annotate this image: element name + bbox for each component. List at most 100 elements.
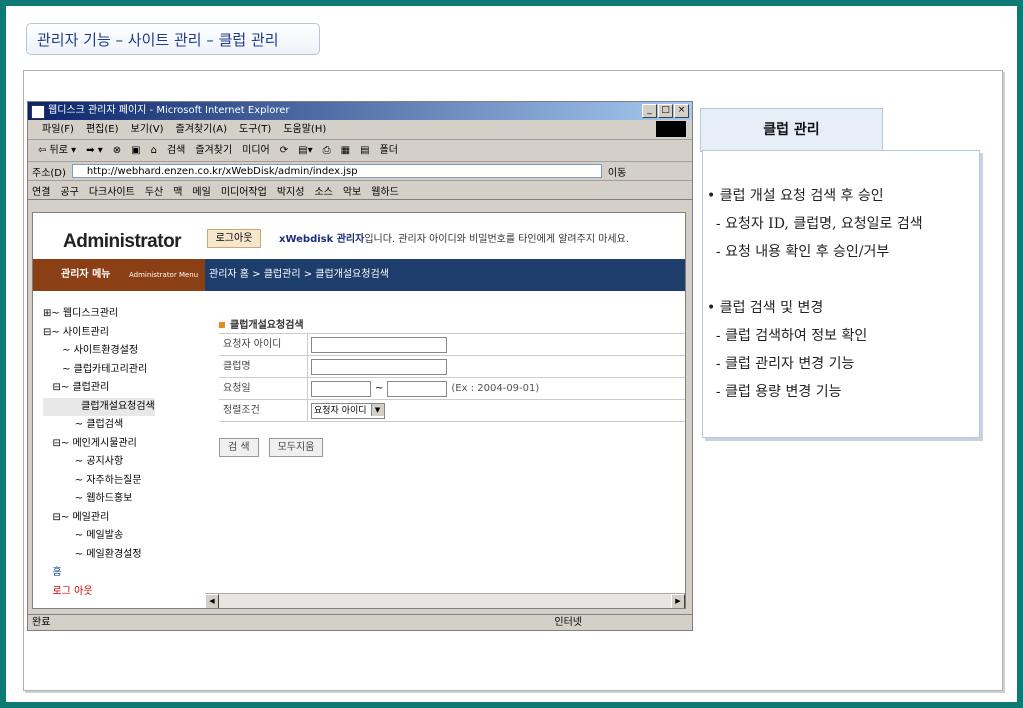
print-icon[interactable]: ⎙ [323, 140, 331, 161]
tree-item-club-category[interactable]: ~ 클럽카테고리관리 [43, 361, 155, 380]
tree-item-notice[interactable]: ~ 공지사항 [43, 453, 155, 472]
close-button[interactable]: × [674, 104, 689, 118]
bullet-icon [219, 322, 225, 328]
mail-icon[interactable]: ▤▾ [298, 140, 312, 161]
home-icon[interactable]: ⌂ [151, 140, 157, 161]
tree-item-club[interactable]: ⊟~ 클럽관리 [43, 379, 155, 398]
logout-button[interactable]: 로그아웃 [207, 229, 261, 248]
ie-window: 웹디스크 관리자 페이지 - Microsoft Internet Explor… [27, 101, 693, 631]
sort-select[interactable]: 요청자 아이디 ▼ [311, 402, 385, 419]
scroll-right-icon[interactable]: ▶ [671, 594, 685, 608]
link-item[interactable]: 맥 [173, 183, 182, 198]
link-item[interactable]: 악보 [343, 183, 361, 198]
tree-item-club-search[interactable]: ~ 클럽검색 [43, 416, 155, 435]
date-hint: (Ex : 2004-09-01) [451, 383, 540, 394]
link-item[interactable]: 웹하드 [371, 183, 399, 198]
link-item[interactable]: 박지성 [277, 183, 305, 198]
tree-item-logout[interactable]: 로그 아웃 [43, 583, 155, 602]
menu-help[interactable]: 도움말(H) [283, 120, 326, 139]
menu-file[interactable]: 파일(F) [42, 120, 74, 139]
form-buttons: 검 색 모두지움 [219, 438, 324, 457]
tree-item-mail[interactable]: ⊟~ 메일관리 [43, 509, 155, 528]
stop-icon[interactable]: ⊗ [113, 140, 121, 161]
form-row: 요청자 아이디 [219, 334, 685, 356]
admin-menu-sub: Administrator Menu [129, 271, 199, 279]
edit-icon[interactable]: ▦ [341, 140, 350, 161]
panel-title: 클럽 관리 [700, 108, 883, 152]
tree-item-mail-send[interactable]: ~ 메일발송 [43, 527, 155, 546]
panel-body: • 클럽 개설 요청 검색 후 승인 - 요청자 ID, 클럽명, 요청일로 검… [702, 150, 980, 438]
search-button[interactable]: 검색 [167, 140, 185, 161]
discuss-icon[interactable]: ▤ [360, 140, 369, 161]
search-submit-button[interactable]: 검 색 [219, 438, 259, 457]
address-input[interactable]: http://webhard.enzen.co.kr/xWebDisk/admi… [71, 164, 602, 178]
go-button[interactable]: 이동 [608, 164, 626, 179]
tree-item-site-settings[interactable]: ~ 사이트환경설정 [43, 342, 155, 361]
panel-line: - 요청 내용 확인 후 승인/거부 [707, 244, 890, 260]
tree-item-promo[interactable]: ~ 웹하드홍보 [43, 490, 155, 509]
scroll-left-icon[interactable]: ◀ [205, 594, 219, 608]
panel-line: - 요청자 ID, 클럽명, 요청일로 검색 [707, 216, 923, 232]
refresh-icon[interactable]: ▣ [131, 140, 140, 161]
windows-logo-icon [656, 121, 686, 137]
link-item[interactable]: 공구 [60, 183, 78, 198]
tree-item-webdisk[interactable]: ⊞~ 웹디스크관리 [43, 305, 155, 324]
admin-main: 로그아웃 xWebdisk 관리자입니다. 관리자 아이디와 비밀번호를 타인에… [205, 213, 685, 608]
club-name-label: 클럽명 [219, 356, 308, 377]
horizontal-scrollbar[interactable]: ◀ ▶ [205, 593, 685, 608]
tree-item-site[interactable]: ⊟~ 사이트관리 [43, 324, 155, 343]
sort-label: 정렬조건 [219, 400, 308, 421]
tree-item-club-request[interactable]: 클럽개설요청검색 [43, 397, 155, 416]
address-bar: 주소(D) http://webhard.enzen.co.kr/xWebDis… [28, 162, 692, 181]
notice-text: 입니다. 관리자 아이디와 비밀번호를 타인에게 알려주지 마세요. [364, 234, 629, 245]
page-title: 관리자 기능 – 사이트 관리 – 클럽 관리 [26, 23, 320, 55]
clear-button[interactable]: 모두지움 [268, 438, 324, 457]
tree-item-faq[interactable]: ~ 자주하는질문 [43, 472, 155, 491]
form-row: 정렬조건 요청자 아이디 ▼ [219, 400, 685, 422]
date-to-input[interactable] [387, 380, 448, 397]
menu-favorites[interactable]: 즐겨찾기(A) [176, 120, 227, 139]
history-icon[interactable]: ⟳ [280, 140, 288, 161]
maximize-button[interactable]: □ [658, 104, 673, 118]
menu-edit[interactable]: 편집(E) [86, 120, 119, 139]
zone-text: 인터넷 [554, 617, 582, 628]
panel-line: - 클럽 관리자 변경 기능 [707, 356, 855, 372]
favorites-button[interactable]: 즐겨찾기 [195, 140, 232, 161]
menu-view[interactable]: 보기(V) [131, 120, 164, 139]
forward-button[interactable]: ➡ ▾ [86, 140, 103, 161]
toolbar: ⇦ 뒤로 ▾ ➡ ▾ ⊗ ▣ ⌂ 검색 즐겨찾기 미디어 ⟳ ▤▾ ⎙ ▦ ▤ … [28, 140, 692, 162]
folders-button[interactable]: 폴더 [380, 140, 398, 161]
requester-id-label: 요청자 아이디 [219, 334, 308, 355]
request-date-label: 요청일 [219, 378, 308, 399]
tree-item-main-posts[interactable]: ⊟~ 메인게시물관리 [43, 435, 155, 454]
section-title: 클럽개설요청검색 [219, 316, 304, 331]
date-from-input[interactable] [311, 380, 371, 397]
link-item[interactable]: 미디어작업 [221, 183, 267, 198]
panel-line: - 클럽 용량 변경 기능 [707, 384, 842, 400]
chevron-down-icon: ▼ [370, 403, 384, 416]
link-item[interactable]: 소스 [314, 183, 332, 198]
minimize-button[interactable]: _ [642, 104, 657, 118]
menu-tools[interactable]: 도구(T) [239, 120, 271, 139]
link-item[interactable]: 두산 [145, 183, 163, 198]
link-item[interactable]: 다크사이트 [89, 183, 135, 198]
back-button[interactable]: ⇦ 뒤로 ▾ [38, 140, 76, 161]
address-label: 주소(D) [32, 167, 66, 179]
browser-content: Administrator 관리자 메뉴 Administrator Menu … [32, 212, 686, 609]
form-row: 클럽명 [219, 356, 685, 378]
form-row: 요청일 ~ (Ex : 2004-09-01) [219, 378, 685, 400]
tree-item-home[interactable]: 홈 [43, 564, 155, 583]
admin-menu-header: 관리자 메뉴 Administrator Menu [33, 259, 205, 291]
ie-title-bar: 웹디스크 관리자 페이지 - Microsoft Internet Explor… [28, 102, 692, 120]
admin-menu-title: 관리자 메뉴 [61, 269, 111, 280]
tree-item-mail-settings[interactable]: ~ 메일환경설정 [43, 546, 155, 565]
admin-tree: ⊞~ 웹디스크관리 ⊟~ 사이트관리 ~ 사이트환경설정 ~ 클럽카테고리관리 … [43, 305, 155, 601]
media-button[interactable]: 미디어 [242, 140, 270, 161]
status-bar: 완료 인터넷 [28, 614, 692, 630]
club-name-input[interactable] [311, 358, 447, 375]
menu-bar: 파일(F) 편집(E) 보기(V) 즐겨찾기(A) 도구(T) 도움말(H) [28, 120, 692, 140]
notice-bold: xWebdisk 관리자 [279, 234, 365, 245]
requester-id-input[interactable] [311, 336, 447, 353]
panel-line: - 클럽 검색하여 정보 확인 [707, 328, 868, 344]
link-item[interactable]: 메일 [192, 183, 210, 198]
